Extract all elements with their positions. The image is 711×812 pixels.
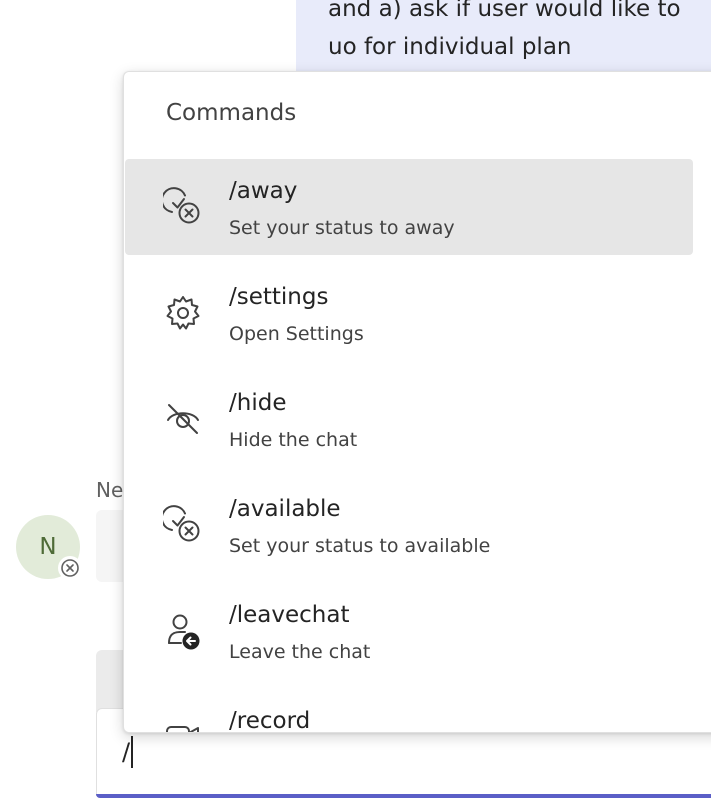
chat-message-bubble: and a) ask if user would like to uo for … — [296, 0, 711, 80]
command-title: /leavechat — [229, 602, 350, 628]
video-camera-icon — [161, 715, 205, 732]
command-item-away[interactable]: /away Set your status to away — [125, 159, 693, 255]
command-item-available[interactable]: /available Set your status to available — [125, 477, 693, 573]
command-description: Set your status to available — [229, 535, 491, 557]
command-item-hide[interactable]: /hide Hide the chat — [125, 371, 693, 467]
command-title: /record — [229, 708, 311, 733]
presence-offline-icon — [58, 556, 82, 580]
command-title: /hide — [229, 390, 287, 416]
person-leave-icon — [161, 609, 205, 653]
command-description: Set your status to away — [229, 217, 455, 239]
command-title: /available — [229, 496, 341, 522]
message-line: uo for individual plan — [328, 34, 572, 60]
gear-icon — [161, 291, 205, 335]
command-title: /away — [229, 178, 298, 204]
command-item-leavechat[interactable]: /leavechat Leave the chat — [125, 583, 693, 679]
command-description: Hide the chat — [229, 429, 358, 451]
compose-input-text: / — [122, 738, 131, 766]
command-item-settings[interactable]: /settings Open Settings — [125, 265, 693, 361]
command-description: Open Settings — [229, 323, 364, 345]
eye-off-icon — [161, 397, 205, 441]
text-caret — [131, 736, 134, 768]
status-available-icon — [161, 503, 205, 547]
command-item-record[interactable]: /record — [125, 689, 693, 733]
popup-header: Commands — [166, 100, 297, 126]
status-away-icon — [161, 185, 205, 229]
command-list: /away Set your status to away /settings … — [125, 159, 693, 733]
command-title: /settings — [229, 284, 329, 310]
avatar-initial: N — [39, 534, 57, 560]
compose-input[interactable]: / — [122, 734, 134, 770]
message-line: and a) ask if user would like to — [328, 0, 681, 22]
command-description: Leave the chat — [229, 641, 371, 663]
sender-name: Ne — [96, 478, 124, 502]
command-popup: Commands /away Set your status to away /… — [123, 71, 711, 733]
compose-focus-underline — [96, 794, 711, 798]
